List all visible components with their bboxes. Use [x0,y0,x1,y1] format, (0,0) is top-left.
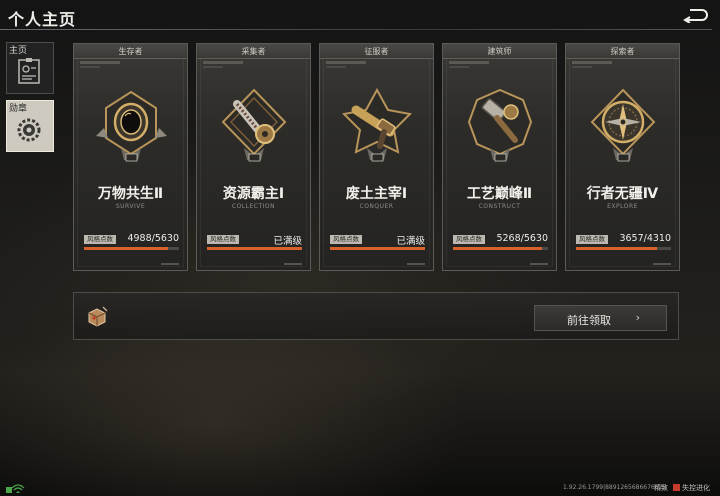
points-progress-bar [576,247,671,250]
astronaut-helmet-medal-icon [96,90,167,162]
card-foot-stripe [284,263,302,265]
card-foot-stripe [407,263,425,265]
card-tag-stripe [326,66,346,68]
logo-text: 失控进化 [682,484,710,492]
progress-fill [207,247,302,250]
points-progress-bar [330,247,425,250]
card-tag-stripe [572,61,612,64]
medal-name: 废土主宰Ⅰ [345,186,408,202]
logo-mark-icon [673,484,680,491]
card-tag-stripe [449,61,489,64]
back-arrow-icon[interactable] [682,7,710,23]
card-tag-stripe [326,61,366,64]
hammer-medal-icon [467,88,533,162]
points-value: 4988/5630 [127,233,179,244]
points-value: 5268/5630 [496,233,548,244]
sidebar-item-home[interactable]: 主页 [6,42,54,94]
sidebar-item-medals[interactable]: 勋章 [6,100,54,152]
medal-card-collection[interactable]: 采集者 资源霸主Ⅰ COLLECTION 风格点数 已满级 [196,43,311,271]
performance-label: 精致 [654,484,668,492]
chevron-right-icon: › [635,311,640,324]
points-progress-bar [207,247,302,250]
progress-fill [576,247,657,250]
revolver-medal-icon [341,87,413,162]
sidebar: 主页 勋章 [6,42,56,158]
points-label: 风格点数 [84,235,116,244]
chainsaw-medal-icon [221,88,287,162]
claim-button[interactable]: 前往领取 › [534,305,667,331]
card-role: 采集者 [241,47,266,56]
card-tag-stripe [449,66,469,68]
points-progress-bar [453,247,548,250]
points-label: 风格点数 [576,235,608,244]
points-value: 3657/4310 [619,233,671,244]
points-value: 已满级 [396,236,425,247]
reward-panel: 前往领取 › [73,292,679,340]
page-title: 个人主页 [8,10,77,29]
card-tag-stripe [203,61,243,64]
card-role: 建筑师 [487,47,512,56]
progress-fill [453,247,542,250]
sidebar-item-label: 勋章 [9,104,28,114]
medal-cards: 生存者 万物共生Ⅱ SURVIVE 风格点数 4988/5630 采集者 资源霸… [73,43,680,272]
claim-button-label: 前往领取 [567,314,611,327]
medal-card-survive[interactable]: 生存者 万物共生Ⅱ SURVIVE 风格点数 4988/5630 [73,43,188,271]
medal-subtitle: SURVIVE [115,203,146,210]
points-label: 风格点数 [330,235,362,244]
medal-name: 工艺巅峰Ⅱ [466,186,533,202]
profile-card-icon [18,58,40,84]
card-role: 生存者 [118,47,143,56]
gear-badge-icon [17,118,41,142]
medal-subtitle: EXPLORE [607,203,638,210]
wifi-icon [6,484,25,493]
top-bar: 个人主页 [0,0,720,32]
card-tag-stripe [80,61,120,64]
medal-card-explore[interactable]: 探索者 行者无疆Ⅳ EXPLORE 风格点数 3657/4310 [565,43,680,271]
card-foot-stripe [161,263,179,265]
card-tag-stripe [572,66,592,68]
title-divider [0,29,712,30]
points-value: 已满级 [273,236,302,247]
medal-subtitle: COLLECTION [231,203,276,210]
card-role: 征服者 [364,47,389,56]
sidebar-item-label: 主页 [9,46,28,56]
medal-name: 行者无疆Ⅳ [586,186,659,202]
card-tag-stripe [80,66,100,68]
progress-fill [84,247,169,250]
card-foot-stripe [530,263,548,265]
medal-subtitle: CONQUER [359,203,394,210]
compass-medal-icon [590,88,656,162]
card-role: 探索者 [610,47,635,56]
status-bar: 1.92.26.1799|8891265686676629 精致 失控进化 [0,482,720,496]
version-text: 1.92.26.1799|8891265686676629 [563,484,667,491]
medal-card-conquer[interactable]: 征服者 废土主宰Ⅰ CONQUER 风格点数 已满级 [319,43,434,271]
supply-box-icon[interactable] [86,305,108,327]
medal-card-construct[interactable]: 建筑师 工艺巅峰Ⅱ CONSTRUCT 风格点数 5268/5630 [442,43,557,271]
points-label: 风格点数 [207,235,239,244]
card-foot-stripe [653,263,671,265]
card-tag-stripe [203,66,223,68]
progress-fill [330,247,425,250]
medal-name: 资源霸主Ⅰ [222,186,285,202]
points-label: 风格点数 [453,235,485,244]
medal-subtitle: CONSTRUCT [478,203,521,210]
medal-name: 万物共生Ⅱ [97,186,164,202]
game-logo: 失控进化 [673,483,710,493]
points-progress-bar [84,247,179,250]
